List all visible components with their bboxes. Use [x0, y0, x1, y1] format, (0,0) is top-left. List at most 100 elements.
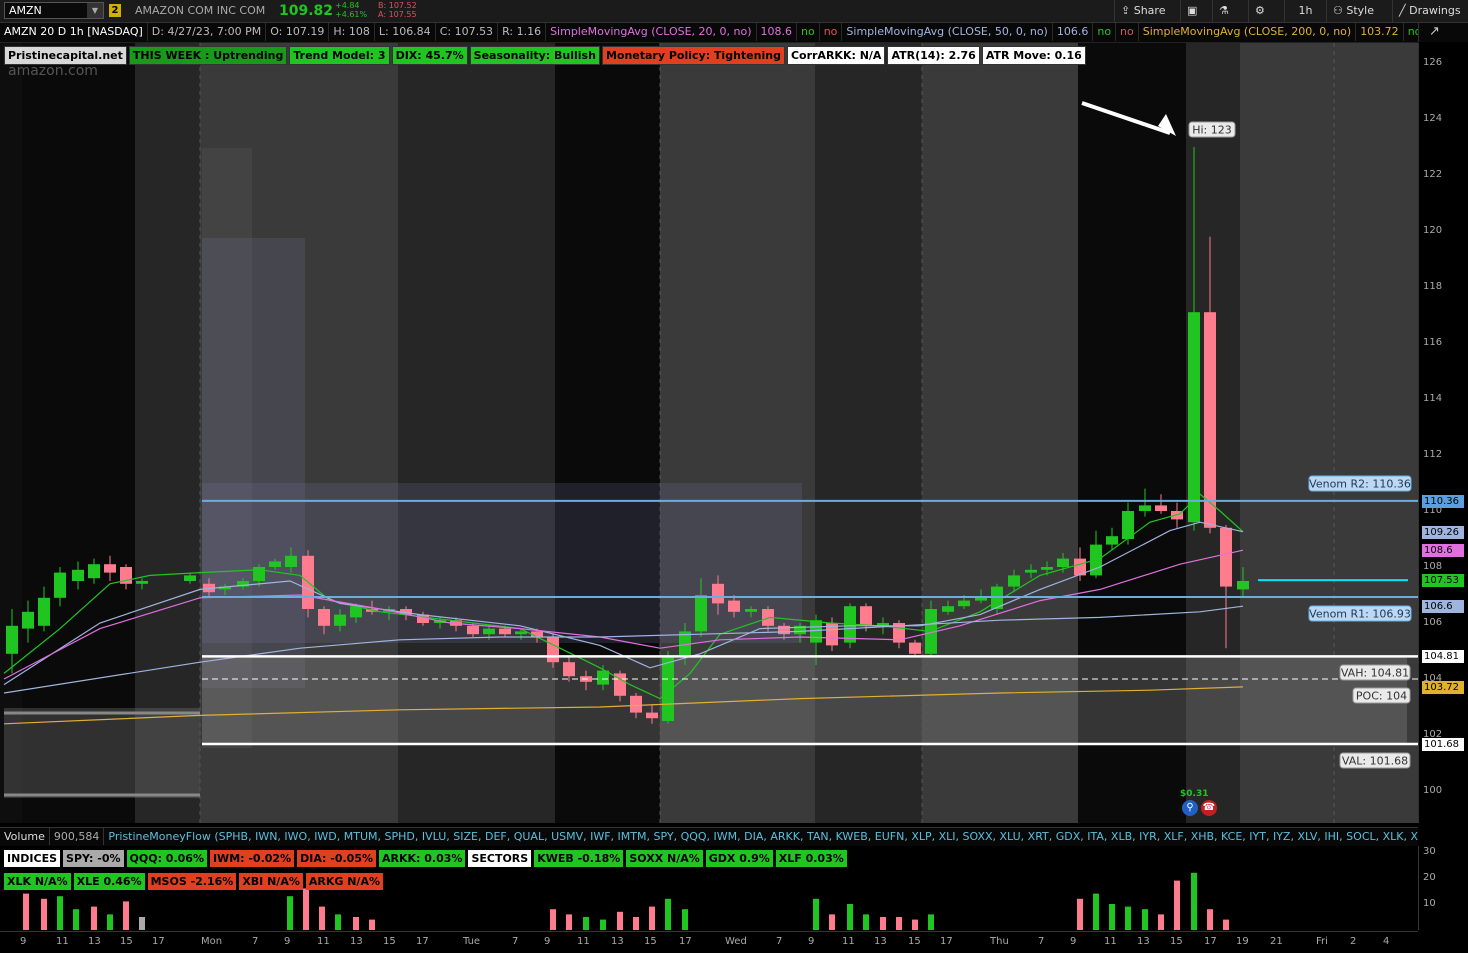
- candle: [1041, 567, 1053, 570]
- candle: [695, 595, 707, 632]
- candle: [646, 712, 658, 719]
- index-badge: SPY: -0%: [63, 850, 124, 867]
- time-tick: Thu: [990, 936, 1009, 947]
- time-tick: 13: [611, 936, 624, 947]
- price-chart[interactable]: Hi: 123 Venom R2: 110.36 Venom R1: 106.93 V…: [0, 43, 1418, 823]
- timeframe-button[interactable]: 1h: [1284, 0, 1326, 22]
- share-button[interactable]: ⇪ Share: [1114, 0, 1180, 22]
- candle: [597, 670, 609, 685]
- drawings-button[interactable]: ╱ Drawings: [1392, 0, 1468, 22]
- link-group-badge[interactable]: 2: [109, 4, 121, 17]
- time-tick: 13: [874, 936, 887, 947]
- price-tick: 120: [1423, 225, 1443, 236]
- volume-tick: 30: [1423, 846, 1436, 857]
- style-button[interactable]: ⚇ Style: [1326, 0, 1392, 22]
- time-tick: 17: [416, 936, 429, 947]
- study-header-item: C: 107.53: [436, 23, 499, 41]
- candle: [958, 600, 970, 607]
- volume-bar: [1207, 909, 1213, 930]
- price-tag: 107.53: [1422, 574, 1464, 588]
- candle: [745, 609, 757, 612]
- index-badge: SOXX N/A%: [626, 850, 703, 867]
- venom-r1-label: Venom R1: 106.93: [1308, 605, 1412, 622]
- time-tick: 11: [842, 936, 855, 947]
- time-tick: 9: [544, 936, 551, 947]
- candle: [483, 628, 495, 635]
- settings-button[interactable]: ⚙: [1248, 0, 1284, 22]
- indicator-badges: Pristinecapital.net THIS WEEK : Uptrendin…: [4, 46, 1088, 66]
- time-tick: 13: [88, 936, 101, 947]
- earnings-icon[interactable]: ⚲: [1182, 800, 1198, 816]
- candle: [88, 564, 100, 579]
- venom-r2-label: Venom R2: 110.36: [1308, 475, 1412, 492]
- time-tick: 7: [512, 936, 519, 947]
- time-axis[interactable]: 9 11 13 15 17 Mon 7 9 11 13 15 17 Tue 7 9 11 13 15 17 Wed 7 9…: [0, 931, 1418, 953]
- candle: [1220, 527, 1232, 587]
- volume-bar: [57, 896, 63, 930]
- value-area: [202, 656, 1407, 744]
- price-tag: 101.68: [1422, 737, 1464, 751]
- time-tick: 19: [1236, 936, 1249, 947]
- volume-bar: [928, 914, 934, 930]
- time-tick: 15: [644, 936, 657, 947]
- study-header-item: SimpleMovingAvg (CLOSE, 50, 0, no): [842, 23, 1053, 41]
- candle: [499, 628, 511, 635]
- studies-button[interactable]: ⚗: [1212, 0, 1248, 22]
- gear-icon: ⚙: [1255, 4, 1265, 17]
- time-tick: 15: [908, 936, 921, 947]
- index-badge: QQQ: 0.06%: [126, 850, 207, 867]
- top-toolbar: AMZN ▼ 2 AMAZON COM INC COM 109.82 +4.84…: [0, 0, 1468, 23]
- time-tick: 7: [1038, 936, 1045, 947]
- volume-bar: [583, 917, 589, 930]
- candle: [136, 581, 148, 584]
- index-badge: INDICES: [4, 850, 61, 867]
- candle: [318, 609, 330, 626]
- volume-bar: [863, 914, 869, 930]
- sector-badge: XLK N/A%: [4, 873, 71, 890]
- time-tick: Tue: [463, 936, 481, 947]
- drawing-tool-cell[interactable]: ↗: [1418, 23, 1468, 42]
- volume-bar: [566, 914, 572, 930]
- layout-button[interactable]: ▣: [1180, 0, 1212, 22]
- index-badge: SECTORS: [468, 850, 532, 867]
- candle: [1025, 569, 1037, 573]
- time-tick: 2: [1350, 936, 1357, 947]
- candle: [22, 611, 34, 629]
- volume-bar: [335, 914, 341, 930]
- volume-bar: [1142, 909, 1148, 930]
- time-tick: 15: [1170, 936, 1183, 947]
- time-tick: 7: [252, 936, 259, 947]
- time-tick: 17: [679, 936, 692, 947]
- session-band: [0, 43, 22, 823]
- chevron-down-icon[interactable]: ▼: [87, 3, 103, 18]
- volume-bar: [107, 914, 113, 930]
- time-tick: 11: [317, 936, 330, 947]
- index-badge: ARKK: 0.03%: [379, 850, 466, 867]
- indicator-badge: Monetary Policy: Tightening: [601, 46, 785, 65]
- time-tick: 17: [1204, 936, 1217, 947]
- volume-bar: [896, 917, 902, 930]
- conference-call-icon[interactable]: ☎: [1201, 800, 1217, 816]
- candle: [531, 631, 543, 637]
- volume-bar: [1174, 880, 1180, 930]
- indices-row: INDICES SPY: -0% QQQ: 0.06% IWM: -0.02% DIA:…: [4, 850, 850, 867]
- symbol-input[interactable]: AMZN ▼: [4, 2, 104, 19]
- venom-r1-label-text: Venom R1: 106.93: [1309, 608, 1411, 621]
- sector-badge: XBI N/A%: [239, 873, 303, 890]
- study-header-item: H: 108: [329, 23, 375, 41]
- price-axis[interactable]: 126 124 122 120 118 116 114 112 110 108 106 104 102 1…: [1418, 43, 1468, 823]
- candle: [630, 695, 642, 713]
- line-tool-icon[interactable]: ↗: [1429, 24, 1440, 39]
- volume-bar: [1093, 893, 1099, 930]
- moneyflow-header: Volume 900,584 PristineMoneyFlow (SPHB, IW…: [0, 827, 1418, 847]
- volume-bar: [633, 917, 639, 930]
- study-header-item: D: 4/27/23, 7:00 PM: [148, 23, 267, 41]
- candle: [253, 567, 265, 581]
- volume-value: 900,584: [50, 828, 105, 845]
- val-label: VAL: 101.68: [1339, 752, 1411, 769]
- study-header-item: no: [1404, 23, 1418, 41]
- volume-bar: [847, 904, 853, 930]
- val-label-text: VAL: 101.68: [1342, 755, 1408, 768]
- sector-badge: ARKG N/A%: [305, 873, 383, 890]
- candle: [334, 614, 346, 626]
